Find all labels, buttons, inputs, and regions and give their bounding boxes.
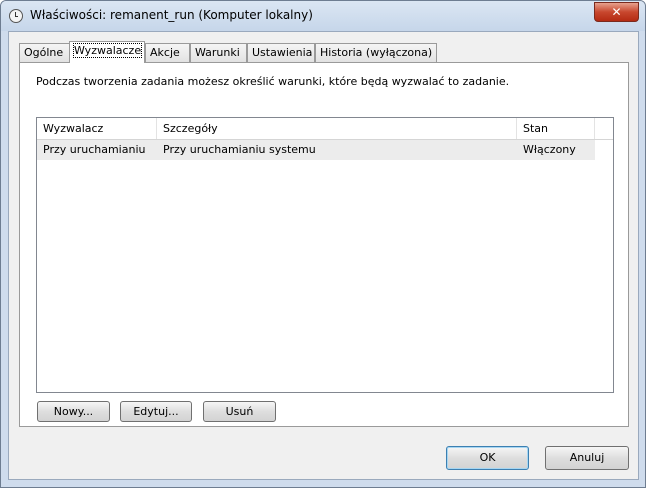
tab-label: Historia (wyłączona) <box>320 46 433 59</box>
state-cell: Włączony <box>523 143 576 156</box>
triggers-panel: Podczas tworzenia zadania możesz określi… <box>19 62 629 427</box>
details-cell: Przy uruchamianiu systemu <box>163 143 316 156</box>
panel-description: Podczas tworzenia zadania możesz określi… <box>36 75 510 88</box>
tab-actions[interactable]: Akcje <box>145 43 190 62</box>
tab-label: Akcje <box>150 46 180 59</box>
delete-button-label: Usuń <box>225 405 254 418</box>
tab-history[interactable]: Historia (wyłączona) <box>315 43 437 62</box>
tab-label: Wyzwalacze <box>72 43 143 58</box>
window-title: Właściwości: remanent_run (Komputer loka… <box>30 8 313 22</box>
ok-button[interactable]: OK <box>446 446 529 470</box>
column-header-trigger[interactable]: Wyzwalacz <box>37 118 157 139</box>
tab-triggers[interactable]: Wyzwalacze <box>69 41 145 63</box>
tab-conditions[interactable]: Warunki <box>190 43 247 62</box>
trigger-cell: Przy uruchamianiu <box>43 143 146 156</box>
delete-button[interactable]: Usuń <box>203 401 276 422</box>
tab-label: Ogólne <box>24 46 64 59</box>
title-bar[interactable]: Właściwości: remanent_run (Komputer loka… <box>1 1 645 31</box>
edit-button-label: Edytuj... <box>133 405 179 418</box>
tab-label: Warunki <box>195 46 240 59</box>
edit-button[interactable]: Edytuj... <box>120 401 192 422</box>
cancel-button[interactable]: Anuluj <box>545 446 629 470</box>
column-header-state[interactable]: Stan <box>517 118 595 139</box>
new-button-label: Nowy... <box>53 405 94 418</box>
cancel-button-label: Anuluj <box>569 451 605 464</box>
close-icon: ✕ <box>611 5 622 19</box>
list-header: Wyzwalacz Szczegóły Stan <box>37 118 613 140</box>
column-header-details[interactable]: Szczegóły <box>157 118 517 139</box>
tab-settings[interactable]: Ustawienia <box>247 43 315 62</box>
triggers-list[interactable]: Wyzwalacz Szczegóły Stan Przy uruchamian… <box>36 117 614 393</box>
properties-dialog: Właściwości: remanent_run (Komputer loka… <box>0 0 646 488</box>
clock-icon <box>9 9 23 23</box>
tab-label: Ustawienia <box>252 46 313 59</box>
table-row[interactable]: Przy uruchamianiu Przy uruchamianiu syst… <box>37 140 595 160</box>
tab-general[interactable]: Ogólne <box>19 43 70 62</box>
close-button[interactable]: ✕ <box>594 2 639 22</box>
new-button[interactable]: Nowy... <box>37 401 110 422</box>
ok-button-label: OK <box>479 451 496 464</box>
dialog-client-area: Ogólne Wyzwalacze Akcje Warunki Ustawien… <box>8 31 639 480</box>
